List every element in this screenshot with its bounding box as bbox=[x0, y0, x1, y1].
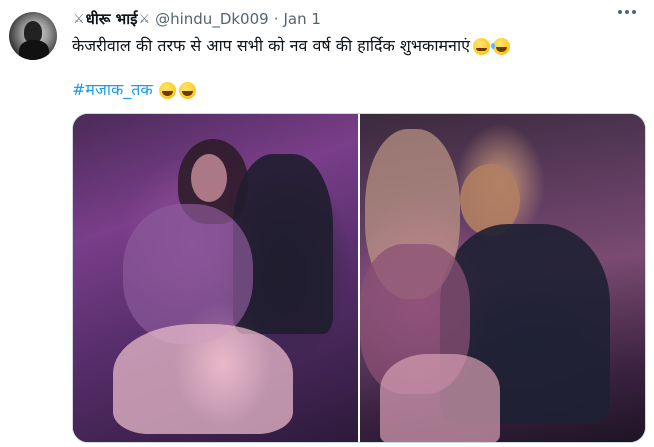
more-dot bbox=[618, 10, 622, 14]
display-name-text: धीरू भाई bbox=[85, 10, 138, 28]
avatar[interactable] bbox=[9, 12, 57, 60]
tweet-text-content: केजरीवाल की तरफ से आप सभी को नव वर्ष की … bbox=[72, 36, 470, 55]
media-grid bbox=[72, 113, 646, 443]
more-horizontal-icon[interactable] bbox=[618, 10, 636, 14]
crossed-swords-icon: ⚔ bbox=[138, 11, 151, 27]
photo-figure-shawl bbox=[123, 204, 253, 344]
grinning-face-emoji-icon bbox=[158, 81, 176, 99]
tears-of-joy-emoji-icon bbox=[490, 38, 510, 55]
photo-figure-woman-legs bbox=[380, 354, 500, 442]
hashtag-link[interactable]: #मजाक_तक bbox=[72, 78, 153, 102]
more-dot bbox=[632, 10, 636, 14]
display-name[interactable]: ⚔ धीरू भाई ⚔ bbox=[72, 9, 151, 29]
photo-figure-face bbox=[191, 154, 227, 202]
separator-dot: · bbox=[273, 10, 279, 28]
tweet-date[interactable]: Jan 1 bbox=[283, 10, 320, 28]
photo-right[interactable] bbox=[360, 114, 645, 442]
user-handle[interactable]: @hindu_Dk009 bbox=[155, 10, 269, 28]
tweet[interactable]: ⚔ धीरू भाई ⚔ @hindu_Dk009 · Jan 1 केजरीव… bbox=[0, 0, 654, 447]
avatar-figure-body bbox=[19, 40, 49, 60]
photo-left[interactable] bbox=[73, 114, 358, 442]
hashtag-line: #मजाक_तक bbox=[72, 78, 196, 102]
crossed-swords-icon: ⚔ bbox=[73, 11, 85, 27]
tweet-header: ⚔ धीरू भाई ⚔ @hindu_Dk009 · Jan 1 bbox=[72, 9, 321, 29]
photo-figure-legs bbox=[113, 324, 293, 434]
more-dot bbox=[625, 10, 629, 14]
grinning-face-emoji-icon bbox=[178, 81, 196, 99]
winking-face-emoji-icon bbox=[472, 38, 490, 55]
tweet-text: केजरीवाल की तरफ से आप सभी को नव वर्ष की … bbox=[72, 34, 510, 58]
